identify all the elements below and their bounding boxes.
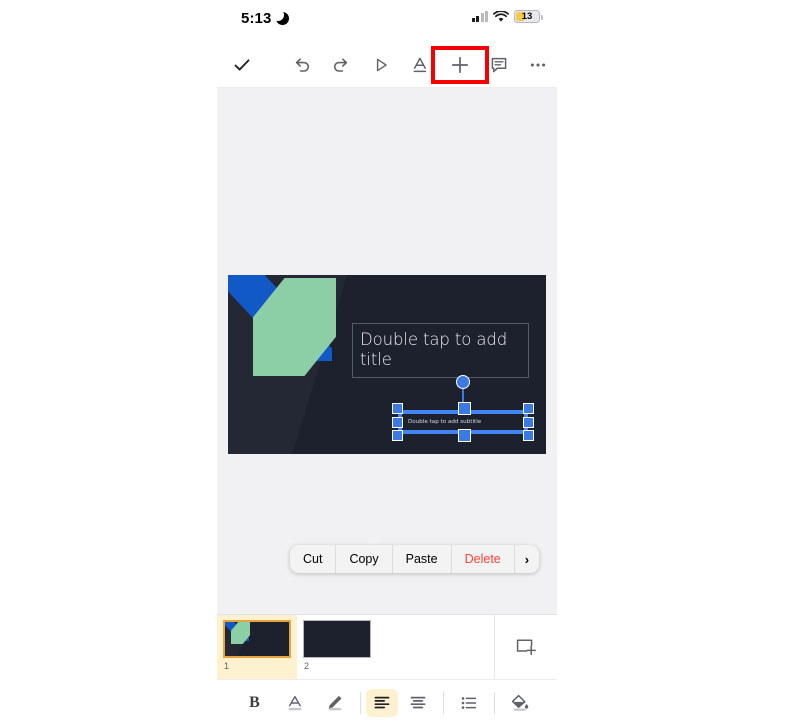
thumbnail-preview (303, 620, 371, 658)
add-slide-icon (516, 639, 536, 656)
pen-icon (328, 695, 341, 711)
done-checkmark-button[interactable] (225, 48, 259, 82)
checkmark-icon (234, 58, 250, 71)
status-time-group: 5:13 (241, 9, 290, 27)
undo-button[interactable] (285, 48, 319, 82)
battery-percentage: 13 (521, 10, 533, 22)
context-menu: Cut Copy Paste Delete › (290, 545, 540, 573)
wifi-icon (493, 10, 509, 23)
resize-handle-bottom-left[interactable] (392, 430, 403, 441)
plus-icon (451, 56, 469, 73)
fill-color-button[interactable] (500, 688, 540, 718)
resize-handle-middle-right[interactable] (523, 416, 534, 428)
align-left-button[interactable] (365, 689, 398, 717)
bold-button[interactable]: B (235, 688, 275, 718)
play-triangle-icon (376, 58, 387, 71)
align-center-button[interactable] (398, 688, 438, 718)
underlined-a-icon (413, 57, 427, 72)
insert-button[interactable] (443, 48, 477, 82)
slide-number: 2 (304, 661, 310, 671)
undo-arrow-icon (295, 57, 310, 72)
resize-handle-top-left[interactable] (392, 403, 403, 414)
align-center-icon (410, 696, 425, 709)
slide-number: 1 (224, 661, 230, 671)
status-indicators: 13 (471, 10, 543, 23)
highlight-pen-button[interactable] (315, 688, 355, 718)
more-options-button[interactable] (521, 48, 555, 82)
phone-screen: 5:13 13 Double tap to add title Double t… (217, 0, 557, 726)
context-menu-item-cut[interactable]: Cut (290, 545, 337, 573)
redo-arrow-icon (333, 57, 348, 72)
add-slide-button[interactable] (494, 615, 557, 679)
title-placeholder-text: Double tap to add title (360, 330, 508, 370)
underlined-a-icon (288, 695, 301, 711)
resize-handle-middle-left[interactable] (392, 416, 403, 428)
battery-indicator: 13 (514, 10, 543, 23)
bold-b-icon: B (249, 694, 260, 711)
status-time: 5:13 (241, 10, 272, 27)
bullet-list-button[interactable] (449, 688, 489, 718)
resize-handle-top-right[interactable] (523, 403, 534, 414)
context-menu-item-delete[interactable]: Delete (452, 545, 515, 573)
subtitle-placeholder-text: Double tap to add subtitle (408, 419, 482, 425)
context-menu-item-copy[interactable]: Copy (336, 545, 393, 573)
resize-handle-top-center[interactable] (457, 402, 471, 415)
resize-handle-bottom-right[interactable] (523, 430, 534, 441)
present-button[interactable] (364, 48, 398, 82)
thumbnail-preview (223, 620, 291, 658)
context-menu-item-paste[interactable]: Paste (393, 545, 452, 573)
toolbar-divider (493, 692, 495, 714)
slide-thumbnail-2[interactable]: 2 (297, 615, 377, 679)
comment-button[interactable] (482, 48, 516, 82)
title-placeholder-box[interactable]: Double tap to add title (352, 323, 529, 378)
chevron-right-icon: › (524, 551, 530, 567)
subtitle-textbox-selection[interactable]: Double tap to add subtitle (392, 375, 534, 442)
slide-thumbnail-list: 1 2 (217, 615, 494, 679)
crescent-moon-icon (272, 9, 290, 25)
top-toolbar (217, 42, 557, 88)
comment-bubble-icon (491, 57, 507, 72)
toolbar-divider (359, 692, 361, 714)
align-left-icon (374, 696, 389, 709)
slide-canvas[interactable]: Double tap to add title Double tap to ad… (217, 88, 557, 615)
paint-bucket-icon (511, 694, 528, 711)
toolbar-divider (442, 692, 444, 714)
redo-button[interactable] (324, 48, 358, 82)
bottom-format-toolbar: B (217, 680, 557, 726)
current-slide[interactable]: Double tap to add title Double tap to ad… (228, 275, 546, 454)
resize-handle-bottom-center[interactable] (457, 429, 471, 442)
rotation-handle[interactable] (456, 375, 470, 389)
bullet-list-icon (461, 697, 476, 709)
status-bar: 5:13 13 (217, 0, 557, 42)
context-menu-more-button[interactable]: › (515, 545, 539, 573)
slide-thumbnail-1[interactable]: 1 (217, 615, 297, 679)
text-color-button[interactable] (275, 688, 315, 718)
cellular-signal-icon (471, 11, 488, 22)
slide-filmstrip: 1 2 (217, 615, 557, 680)
three-dots-icon (530, 62, 546, 67)
